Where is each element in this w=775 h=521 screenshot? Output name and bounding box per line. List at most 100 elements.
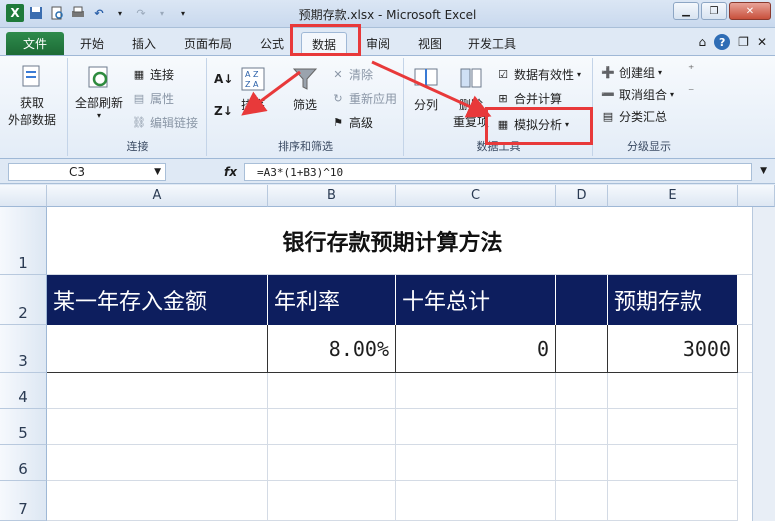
split-label: 分列 (413, 98, 438, 112)
properties-button[interactable]: ▤ 属性 (131, 90, 174, 107)
row-header-5[interactable]: 5 (0, 409, 47, 445)
connections-button[interactable]: ▦ 连接 (131, 66, 174, 83)
remove-duplicates-button[interactable]: 删除 重复项 (453, 64, 489, 130)
ungroup-dropdown-icon: ▾ (670, 90, 675, 99)
header-cell-b2[interactable]: 年利率 (268, 275, 396, 325)
cell-a6[interactable] (47, 445, 268, 481)
row-header-4[interactable]: 4 (0, 373, 47, 409)
close-workbook-icon[interactable]: ✕ (757, 35, 767, 49)
subtotal-button[interactable]: ▤ 分类汇总 (600, 108, 667, 125)
row-header-2[interactable]: 2 (0, 275, 47, 325)
filter-button[interactable]: 筛选 (290, 64, 320, 113)
text-to-columns-button[interactable]: 分列 (411, 64, 441, 113)
cell-c5[interactable] (396, 409, 556, 445)
cell-d3[interactable] (556, 325, 608, 373)
help-icon[interactable]: ? (714, 34, 731, 50)
column-header-d[interactable]: D (556, 185, 608, 207)
get-external-label-1: 获取 (20, 96, 45, 110)
row-header-3[interactable]: 3 (0, 325, 47, 373)
cell-b6[interactable] (268, 445, 396, 481)
column-header-a[interactable]: A (47, 185, 268, 207)
sheet-title-cell[interactable]: 银行存款预期计算方法 (47, 207, 738, 275)
get-external-data-button[interactable]: 获取 外部数据 (8, 62, 56, 128)
cell-e4[interactable] (608, 373, 738, 409)
edit-links-label: 编辑链接 (150, 116, 199, 130)
advanced-button[interactable]: ⚑ 高级 (330, 114, 373, 131)
cell-a7[interactable] (47, 481, 268, 521)
group-sort-filter: A↓ Z↓ A ZZ A 排序 筛选 ✕ 清除 ↻ 重新应用 ⚑ 高级 排序和筛… (208, 58, 404, 156)
minimize-button[interactable]: ▁ (673, 2, 699, 20)
title-bar: X ↶ ▾ ↷ ▾ ▾ 预期存款.xlsx - Microsoft Excel … (0, 0, 775, 28)
select-all-corner[interactable] (0, 185, 47, 207)
row-header-6[interactable]: 6 (0, 445, 47, 481)
data-validation-button[interactable]: ☑ 数据有效性 ▾ (495, 66, 581, 83)
refresh-all-button[interactable]: 全部刷新 ▾ (75, 62, 123, 120)
cell-a4[interactable] (47, 373, 268, 409)
column-header-c[interactable]: C (396, 185, 556, 207)
tab-developer[interactable]: 开发工具 (458, 32, 526, 55)
name-box[interactable]: C3 ▼ (8, 163, 166, 181)
column-header-extra (738, 185, 775, 207)
tab-formulas[interactable]: 公式 (250, 32, 294, 55)
cell-b3[interactable]: 8.00% (268, 325, 396, 373)
cell-a3[interactable] (47, 325, 268, 373)
edit-links-button[interactable]: ⛓ 编辑链接 (131, 114, 198, 131)
expand-formula-icon[interactable]: ▼ (760, 166, 767, 176)
name-box-dropdown-icon[interactable]: ▼ (154, 167, 161, 177)
reapply-button[interactable]: ↻ 重新应用 (330, 90, 397, 107)
tab-home[interactable]: 开始 (70, 32, 114, 55)
cell-e3[interactable]: 3000 (608, 325, 738, 373)
formula-input[interactable]: =A3*(1+B3)^10 (244, 163, 752, 181)
cell-c3[interactable]: 0 (396, 325, 556, 373)
cell-c7[interactable] (396, 481, 556, 521)
row-header-1[interactable]: 1 (0, 207, 47, 275)
header-cell-d2[interactable] (556, 275, 608, 325)
column-header-e[interactable]: E (608, 185, 738, 207)
tab-file[interactable]: 文件 (6, 32, 64, 55)
column-header-b[interactable]: B (268, 185, 396, 207)
cell-d4[interactable] (556, 373, 608, 409)
ungroup-button[interactable]: ➖ 取消组合 ▾ (600, 86, 674, 103)
insert-function-icon[interactable]: fx (224, 165, 237, 179)
cell-e7[interactable] (608, 481, 738, 521)
ribbon: 获取 外部数据 全部刷新 ▾ ▦ 连接 ▤ 属性 ⛓ 编辑链接 连接 A↓ Z↓ (0, 55, 775, 159)
consolidate-button[interactable]: ⊞ 合并计算 (495, 90, 562, 107)
cell-d5[interactable] (556, 409, 608, 445)
split-columns-icon (411, 64, 441, 94)
tab-page-layout[interactable]: 页面布局 (174, 32, 242, 55)
cell-b5[interactable] (268, 409, 396, 445)
cell-c4[interactable] (396, 373, 556, 409)
link-icon: ⛓ (132, 116, 146, 129)
row-header-7[interactable]: 7 (0, 481, 47, 521)
show-detail-icon[interactable]: ⁺ (688, 62, 694, 76)
tab-insert[interactable]: 插入 (122, 32, 166, 55)
sort-za-icon[interactable]: Z↓ (214, 104, 233, 118)
sort-button[interactable]: A ZZ A 排序 (238, 64, 268, 113)
header-cell-a2[interactable]: 某一年存入金额 (47, 275, 268, 325)
subtotal-icon: ▤ (602, 110, 614, 123)
minimize-ribbon-icon[interactable]: ⌂ (699, 35, 707, 49)
cell-d7[interactable] (556, 481, 608, 521)
cell-e5[interactable] (608, 409, 738, 445)
sort-az-icon[interactable]: A↓ (214, 72, 233, 86)
close-button[interactable]: ✕ (729, 2, 771, 20)
vertical-scrollbar[interactable] (752, 207, 775, 521)
connections-label: 连接 (150, 68, 175, 82)
header-cell-e2[interactable]: 预期存款 (608, 275, 738, 325)
cell-c6[interactable] (396, 445, 556, 481)
data-validation-label: 数据有效性 (514, 68, 575, 82)
tab-review[interactable]: 审阅 (356, 32, 400, 55)
tab-view[interactable]: 视图 (408, 32, 452, 55)
restore-button[interactable]: ❐ (701, 2, 727, 20)
restore-window-icon[interactable]: ❐ (738, 35, 749, 49)
cell-b4[interactable] (268, 373, 396, 409)
cell-b7[interactable] (268, 481, 396, 521)
cell-e6[interactable] (608, 445, 738, 481)
cell-d6[interactable] (556, 445, 608, 481)
hide-detail-icon[interactable]: ⁻ (688, 84, 694, 98)
clear-button[interactable]: ✕ 清除 (330, 66, 373, 83)
header-cell-c2[interactable]: 十年总计 (396, 275, 556, 325)
cell-a5[interactable] (47, 409, 268, 445)
group-create-button[interactable]: ➕ 创建组 ▾ (600, 64, 662, 81)
group-create-label: 创建组 (619, 66, 656, 80)
